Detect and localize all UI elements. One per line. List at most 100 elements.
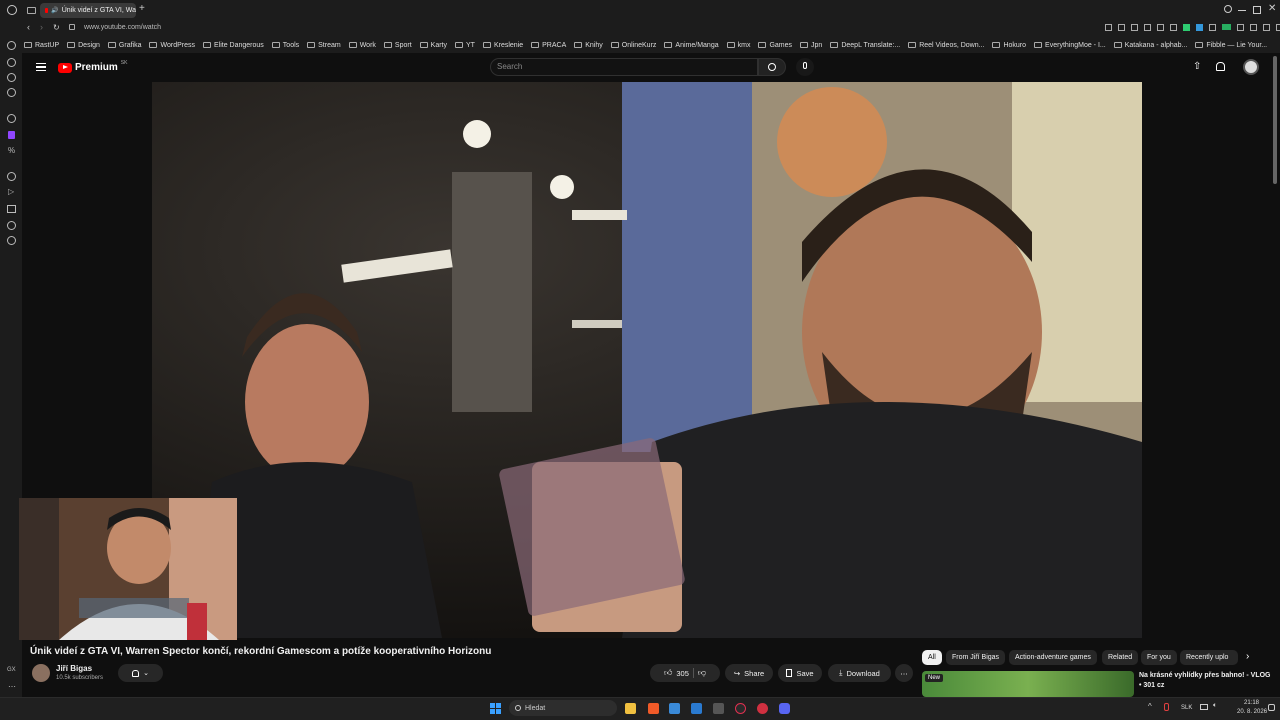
notification-center-icon[interactable] xyxy=(1268,704,1275,711)
opera-gx-icon[interactable] xyxy=(735,703,746,714)
chip-action-adventure[interactable]: Action-adventure games xyxy=(1009,650,1097,665)
bookmark-item[interactable]: Jpn xyxy=(800,42,822,49)
chip-for-you[interactable]: For you xyxy=(1141,650,1177,665)
clock-time[interactable]: 21:18 xyxy=(1244,700,1259,706)
save-button[interactable]: Save xyxy=(778,664,822,682)
url-field[interactable]: www.youtube.com/watch xyxy=(84,24,161,31)
bookmark-item[interactable]: Kreslenie xyxy=(482,42,523,49)
chip-from-channel[interactable]: From Jiří Bigas xyxy=(946,650,1006,665)
search-button[interactable] xyxy=(758,58,786,76)
close-window-button[interactable]: ✕ xyxy=(1268,3,1276,14)
channel-name[interactable]: Jiří Bigas xyxy=(56,664,92,673)
clock-date[interactable]: 20. 8. 2026 xyxy=(1237,709,1267,715)
video-player[interactable] xyxy=(152,82,1142,638)
extension-icons[interactable] xyxy=(1105,24,1280,31)
browser-tab-active[interactable]: 🔊 Únik videí z GTA VI, Wa xyxy=(40,3,136,18)
language-indicator[interactable]: SLK xyxy=(1181,705,1192,711)
bookmark-item[interactable]: Anime/Manga xyxy=(664,42,719,49)
back-icon[interactable]: ‹ xyxy=(27,22,30,32)
windows-start-icon[interactable] xyxy=(490,703,501,714)
browser-logo-icon[interactable] xyxy=(7,5,17,15)
tab-list-icon[interactable] xyxy=(27,7,36,14)
bookmark-item[interactable]: WordPress xyxy=(149,42,195,49)
upload-icon[interactable]: ⇧ xyxy=(1193,61,1201,72)
hamburger-menu-icon[interactable] xyxy=(36,63,46,71)
bookmark-item[interactable]: Elite Dangerous xyxy=(202,42,264,49)
sidebar-settings-icon[interactable] xyxy=(7,114,16,123)
lock-icon[interactable] xyxy=(69,24,75,30)
new-tab-button[interactable]: + xyxy=(139,3,145,14)
bookmark-item[interactable]: Fibble — Lie Your... xyxy=(1195,42,1267,49)
bookmark-item[interactable]: Reel Videos, Down... xyxy=(908,42,984,49)
subscribe-bell-button[interactable]: ⌄ xyxy=(118,664,163,682)
bookmark-item[interactable]: Design xyxy=(67,42,100,49)
forward-icon[interactable]: › xyxy=(40,22,43,32)
sidebar-clock-icon[interactable] xyxy=(7,172,16,181)
bookmark-item[interactable]: Sport xyxy=(383,42,412,49)
bookmark-item[interactable]: kmx xyxy=(726,42,750,49)
channel-avatar[interactable] xyxy=(32,664,50,682)
sidebar-app-icon[interactable] xyxy=(7,236,16,245)
bookmark-item[interactable]: EverythingMoe - I... xyxy=(1034,42,1106,49)
page-scrollbar[interactable] xyxy=(1273,56,1277,184)
sidebar-app-icon[interactable] xyxy=(7,88,16,97)
app-icon[interactable] xyxy=(757,703,768,714)
search-input[interactable]: Search xyxy=(490,58,758,76)
share-button[interactable]: ↪ Share xyxy=(725,664,773,682)
bookmark-item[interactable]: Games xyxy=(758,42,792,49)
chip-all[interactable]: All xyxy=(922,650,942,665)
tray-chevron-icon[interactable]: ^ xyxy=(1148,702,1152,711)
bookmark-item[interactable]: RastUP xyxy=(24,42,59,49)
audio-icon[interactable]: 🔊 xyxy=(51,7,58,14)
sidebar-app-icon[interactable] xyxy=(7,221,16,230)
youtube-logo[interactable]: Premium SK xyxy=(58,60,127,73)
bookmark-item[interactable]: DeepL Translate:... xyxy=(830,42,900,49)
reload-icon[interactable]: ↻ xyxy=(53,23,60,32)
bookmark-item[interactable]: Karty xyxy=(419,42,447,49)
sidebar-box-icon[interactable] xyxy=(7,205,16,213)
sidebar-play-icon[interactable]: ▷ xyxy=(8,187,14,196)
bookmark-item[interactable]: Stream xyxy=(307,42,341,49)
calculator-icon[interactable] xyxy=(713,703,724,714)
bookmark-item[interactable]: OnlineKurz xyxy=(610,42,656,49)
download-button[interactable]: ⤓ Download xyxy=(828,664,891,682)
recommendation-title[interactable]: Na krásné vyhlídky přes bahno! - VLOG xyxy=(1139,672,1270,679)
sidebar-app-icon[interactable] xyxy=(7,58,16,67)
avatar[interactable] xyxy=(1243,59,1259,75)
bookmark-item[interactable]: Hokuro xyxy=(992,42,1026,49)
brave-browser-icon[interactable] xyxy=(648,703,659,714)
volume-icon[interactable]: 🔈︎ xyxy=(1213,702,1217,710)
chips-next-icon[interactable]: › xyxy=(1246,651,1249,662)
paint-icon[interactable] xyxy=(669,703,680,714)
twitch-icon[interactable] xyxy=(8,131,15,139)
chip-related[interactable]: Related xyxy=(1102,650,1139,665)
sidebar-more-icon[interactable]: ⋯ xyxy=(8,682,16,691)
bookmark-item[interactable]: Knihy xyxy=(574,42,603,49)
like-button[interactable]: 👍︎ 305 xyxy=(664,668,689,678)
voice-search-button[interactable] xyxy=(796,58,814,76)
notifications-bell-icon[interactable] xyxy=(1216,62,1225,71)
bookmark-item[interactable]: Grafika xyxy=(107,42,141,49)
sidebar-badge[interactable]: GX xyxy=(7,667,16,673)
sidebar-app-icon[interactable] xyxy=(7,73,16,82)
search-tabs-icon[interactable] xyxy=(1224,5,1232,13)
dislike-button[interactable]: 👎︎ xyxy=(698,668,706,678)
mail-icon[interactable] xyxy=(691,703,702,714)
percent-icon[interactable]: % xyxy=(8,146,15,155)
bookmark-item[interactable]: Work xyxy=(348,42,376,49)
more-actions-button[interactable]: ⋯ xyxy=(895,664,913,682)
bookmark-item[interactable]: YT xyxy=(455,42,475,49)
bookmark-item[interactable]: Katakana - alphab... xyxy=(1113,42,1187,49)
tray-mic-icon[interactable] xyxy=(1164,703,1169,711)
sidebar-home-icon[interactable] xyxy=(7,41,16,50)
taskbar-search-input[interactable]: Hledat xyxy=(509,700,617,716)
file-explorer-icon[interactable] xyxy=(625,703,636,714)
discord-icon[interactable] xyxy=(779,703,790,714)
network-icon[interactable] xyxy=(1200,704,1208,710)
chip-recently-uploaded[interactable]: Recently uplo xyxy=(1180,650,1238,665)
minimize-button[interactable] xyxy=(1238,10,1246,11)
bookmark-item[interactable]: Tools xyxy=(271,42,299,49)
bookmark-item[interactable]: PRACA xyxy=(531,42,566,49)
recommendation-thumbnail[interactable]: New xyxy=(922,671,1134,697)
maximize-button[interactable] xyxy=(1253,6,1261,14)
